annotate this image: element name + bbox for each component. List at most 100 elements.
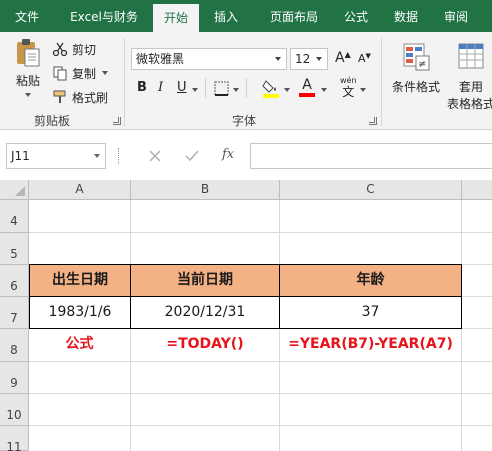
table-format-icon	[458, 43, 484, 69]
format-painter-label: 格式刷	[72, 90, 109, 105]
underline-button[interactable]: U	[177, 80, 187, 95]
paste-icon	[17, 39, 40, 67]
name-box[interactable]: J11	[6, 143, 106, 169]
copy-label: 复制	[72, 66, 97, 81]
svg-text:≠: ≠	[418, 59, 426, 70]
row-header-10[interactable]: 10	[0, 394, 29, 426]
borders-button[interactable]	[214, 81, 229, 96]
tab-review[interactable]: 审阅	[434, 0, 478, 32]
font-color-swatch	[299, 93, 315, 97]
cell-a7[interactable]: 1983/1/6	[29, 296, 131, 329]
row-header-7[interactable]: 7	[0, 297, 29, 329]
tab-insert[interactable]: 插入	[203, 0, 249, 32]
format-as-table-button[interactable]: 套用 表格格式	[446, 42, 492, 112]
gridline	[29, 232, 492, 233]
font-launcher-icon[interactable]	[369, 117, 377, 125]
cut-button[interactable]: 剪切	[52, 40, 96, 58]
row-header-4[interactable]: 4	[0, 200, 29, 233]
cell-b6[interactable]: 当前日期	[130, 264, 280, 297]
chevron-down-icon	[275, 57, 281, 61]
cell-c8[interactable]: =YEAR(B7)-YEAR(A7)	[280, 329, 461, 361]
font-color-icon: A	[302, 77, 312, 93]
font-name-select[interactable]: 微软雅黑	[131, 48, 287, 70]
tab-excel-finance[interactable]: Excel与财务	[58, 0, 150, 32]
tab-formulas[interactable]: 公式	[336, 0, 376, 32]
clipboard-group-label: 剪贴板	[34, 114, 71, 128]
copy-dropdown-icon[interactable]	[102, 71, 109, 75]
row-header-5[interactable]: 5	[0, 233, 29, 265]
column-header-a[interactable]: A	[29, 180, 131, 200]
table-format-label-1: 套用	[458, 80, 483, 94]
phonetic-dropdown-icon[interactable]	[360, 88, 366, 92]
row-header-9[interactable]: 9	[0, 362, 29, 394]
font-size-value: 12	[295, 52, 311, 66]
conditional-format-icon: ≠	[403, 43, 430, 71]
ribbon-tab-bar: 文件 Excel与财务 开始 插入 页面布局 公式 数据 审阅	[0, 0, 492, 32]
cut-label: 剪切	[72, 42, 97, 57]
divider	[246, 78, 247, 98]
conditional-format-label: 条件格式	[391, 80, 440, 94]
borders-dropdown-icon[interactable]	[233, 88, 239, 92]
formula-bar: J11 fx	[0, 130, 492, 180]
bold-button[interactable]: B	[137, 80, 147, 95]
font-name-value: 微软雅黑	[136, 52, 185, 66]
formula-buttons: fx	[130, 143, 248, 169]
tab-home[interactable]: 开始	[153, 4, 199, 32]
insert-function-icon[interactable]: fx	[222, 147, 234, 162]
column-header-c[interactable]: C	[280, 180, 462, 200]
paste-dropdown-icon[interactable]	[25, 93, 31, 97]
row-header-6[interactable]: 6	[0, 265, 29, 297]
copy-button[interactable]: 复制	[52, 64, 109, 82]
chevron-down-icon	[94, 154, 100, 158]
ribbon-separator	[381, 38, 382, 126]
underline-dropdown-icon[interactable]	[192, 88, 198, 92]
increase-font-size-button[interactable]: A▲	[335, 50, 351, 66]
row-header-11[interactable]: 11	[0, 426, 29, 451]
cell-c6[interactable]: 年龄	[279, 264, 462, 297]
copy-icon	[53, 66, 67, 81]
cancel-icon[interactable]	[148, 149, 162, 163]
cell-b8[interactable]: =TODAY()	[131, 329, 279, 361]
gridline	[29, 393, 492, 394]
decrease-font-icon: A▼	[358, 52, 371, 65]
italic-button[interactable]: I	[158, 80, 163, 95]
name-box-value: J11	[11, 149, 30, 163]
paste-button[interactable]: 粘贴	[10, 38, 46, 100]
ribbon-separator	[124, 38, 125, 126]
scissors-icon	[52, 42, 68, 57]
fill-bucket-icon	[262, 80, 279, 98]
fill-color-dropdown-icon[interactable]	[284, 88, 290, 92]
cell-c7[interactable]: 37	[279, 296, 462, 329]
tab-file[interactable]: 文件	[0, 0, 54, 32]
gridline	[29, 425, 492, 426]
increase-font-icon: A▲	[335, 50, 351, 66]
phonetic-button[interactable]: wén 文	[340, 76, 357, 99]
fill-color-button[interactable]	[262, 78, 280, 98]
clipboard-launcher-icon[interactable]	[113, 117, 121, 125]
format-painter-icon	[53, 90, 66, 103]
font-color-dropdown-icon[interactable]	[321, 88, 327, 92]
formula-input[interactable]	[250, 143, 492, 169]
tab-page-layout[interactable]: 页面布局	[256, 0, 332, 32]
cell-a6[interactable]: 出生日期	[29, 264, 131, 297]
decrease-font-size-button[interactable]: A▼	[358, 52, 371, 65]
cell-a8[interactable]: 公式	[29, 329, 130, 361]
cell-b7[interactable]: 2020/12/31	[130, 296, 280, 329]
enter-check-icon[interactable]	[184, 149, 200, 163]
tab-data[interactable]: 数据	[384, 0, 428, 32]
ribbon-home: 粘贴 剪切 复制 格式刷 剪贴板 微软雅黑 12 A▲ A▼ B I U A w…	[0, 32, 492, 130]
table-format-label-2: 表格格式	[446, 97, 492, 111]
borders-icon	[214, 81, 229, 96]
column-header-d[interactable]	[462, 180, 492, 200]
row-header-8[interactable]: 8	[0, 329, 29, 362]
phonetic-pinyin: wén	[340, 76, 357, 85]
font-group-label: 字体	[232, 114, 257, 128]
format-painter-button[interactable]: 格式刷	[52, 88, 108, 106]
gridline	[29, 361, 492, 362]
font-color-button[interactable]: A	[299, 78, 315, 97]
splitter-handle[interactable]	[118, 148, 120, 164]
conditional-format-button[interactable]: ≠ 条件格式	[388, 42, 444, 95]
select-all-corner[interactable]	[0, 180, 29, 200]
font-size-select[interactable]: 12	[290, 48, 328, 70]
column-header-b[interactable]: B	[131, 180, 280, 200]
